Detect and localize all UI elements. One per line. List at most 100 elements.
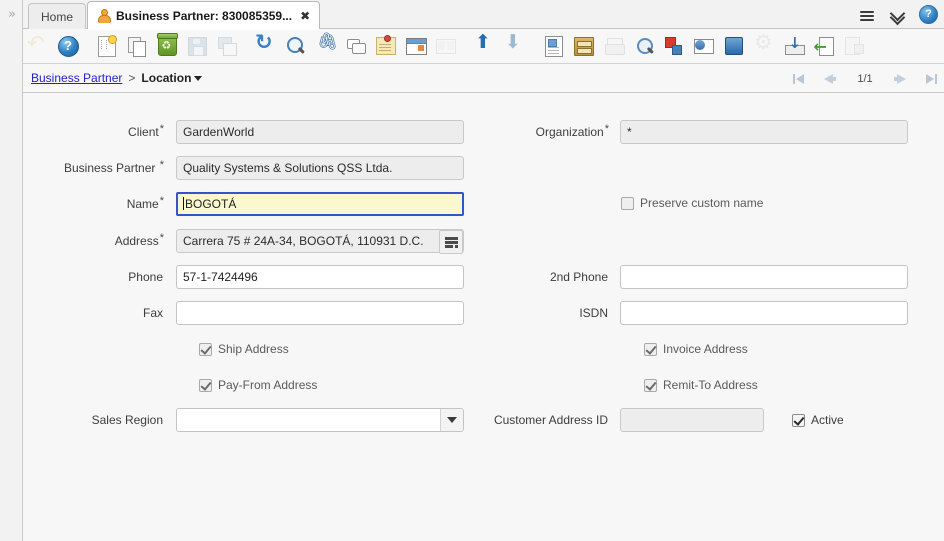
print-preview-button[interactable] <box>629 31 659 61</box>
record-count: 1/1 <box>854 73 876 85</box>
tab-home[interactable]: Home <box>28 3 86 29</box>
exit-button[interactable] <box>839 31 869 61</box>
active-row[interactable]: Active <box>792 411 844 429</box>
help-button[interactable]: ? <box>53 31 83 61</box>
left-rail: » <box>0 0 23 541</box>
address-editor-button[interactable] <box>439 230 463 254</box>
remit-to-address-row[interactable]: Remit-To Address <box>644 376 758 394</box>
refresh-button[interactable] <box>251 31 281 61</box>
delete-record-button[interactable] <box>152 31 182 61</box>
help-icon[interactable]: ? <box>919 5 938 24</box>
product-info-button[interactable] <box>719 31 749 61</box>
sales-region-label: Sales Region <box>63 408 163 432</box>
client-field[interactable]: GardenWorld <box>176 120 464 144</box>
organization-label: Organization* <box>483 120 608 145</box>
customer-address-id-label: Customer Address ID <box>463 408 608 432</box>
remit-to-address-label: Remit-To Address <box>663 378 758 392</box>
undo-button[interactable] <box>23 31 53 61</box>
close-icon[interactable]: ✖ <box>300 10 310 22</box>
isdn-label: ISDN <box>483 301 608 325</box>
last-record-button[interactable] <box>924 72 938 86</box>
tab-business-partner[interactable]: Business Partner: 830085359... ✖ <box>87 1 320 29</box>
back-button[interactable] <box>809 31 839 61</box>
ship-address-row[interactable]: Ship Address <box>199 340 289 358</box>
copy-record-button[interactable] <box>122 31 152 61</box>
grid-icon <box>406 38 427 55</box>
preserve-custom-name-label: Preserve custom name <box>640 196 763 210</box>
active-label: Active <box>811 413 844 427</box>
address-field[interactable]: Carrera 75 # 24A-34, BOGOTÁ, 110931 D.C. <box>176 229 464 253</box>
save-create-new-button[interactable] <box>212 31 242 61</box>
trash-icon <box>158 36 177 56</box>
tile-icon <box>436 39 456 54</box>
archive-document-icon <box>785 37 804 55</box>
save-button[interactable] <box>182 31 212 61</box>
organization-field[interactable]: * <box>620 120 908 144</box>
phone-input[interactable]: 57-1-7424496 <box>176 265 464 289</box>
archive-document-button[interactable] <box>779 31 809 61</box>
print-button[interactable] <box>599 31 629 61</box>
double-chevron-down-icon[interactable] <box>889 7 905 23</box>
expand-menu-icon[interactable]: » <box>0 8 22 21</box>
ship-address-checkbox[interactable] <box>199 343 212 356</box>
invoice-address-checkbox[interactable] <box>644 343 657 356</box>
first-record-button[interactable] <box>792 72 806 86</box>
breadcrumb-parent-link[interactable]: Business Partner <box>31 71 122 85</box>
customer-address-id-field[interactable] <box>620 408 764 432</box>
back-arrow-icon <box>815 37 834 55</box>
active-checkbox[interactable] <box>792 414 805 427</box>
pay-from-address-checkbox[interactable] <box>199 379 212 392</box>
hamburger-menu-icon[interactable] <box>859 7 875 23</box>
sales-region-dropdown-button[interactable] <box>440 409 463 431</box>
breadcrumb-current[interactable]: Location <box>141 71 191 85</box>
record-pager: 1/1 <box>792 64 938 93</box>
remit-to-address-checkbox[interactable] <box>644 379 657 392</box>
business-partner-field[interactable]: Quality Systems & Solutions QSS Ltda. <box>176 156 464 180</box>
export-button[interactable] <box>659 31 689 61</box>
chevron-down-icon <box>447 417 457 423</box>
multi-view-button[interactable] <box>431 31 461 61</box>
help-icon: ? <box>58 36 79 57</box>
next-record-button[interactable] <box>893 72 907 86</box>
request-mail-icon <box>694 38 714 54</box>
paperclip-icon <box>315 35 337 57</box>
attachment-button[interactable] <box>311 31 341 61</box>
print-preview-icon <box>635 37 654 55</box>
sales-region-combo[interactable] <box>176 408 464 432</box>
save-icon <box>188 37 207 56</box>
chat-button[interactable] <box>341 31 371 61</box>
preserve-custom-name-row[interactable]: Preserve custom name <box>621 194 763 212</box>
phone-label: Phone <box>78 265 163 289</box>
invoice-address-row[interactable]: Invoice Address <box>644 340 748 358</box>
report-button[interactable] <box>539 31 569 61</box>
tab-strip: Home Business Partner: 830085359... ✖ ? <box>23 0 944 29</box>
export-icon <box>665 37 683 55</box>
phone2-input[interactable] <box>620 265 908 289</box>
request-button[interactable] <box>689 31 719 61</box>
tab-business-partner-label: Business Partner: 830085359... <box>116 9 292 23</box>
refresh-icon <box>255 35 277 57</box>
undo-icon <box>27 35 49 57</box>
location-form: Client* GardenWorld Organization* * Busi… <box>23 93 944 541</box>
application-window: » Home Business Partner: 830085359... ✖ … <box>0 0 944 541</box>
printer-icon <box>605 38 624 54</box>
isdn-input[interactable] <box>620 301 908 325</box>
preserve-custom-name-checkbox[interactable] <box>621 197 634 210</box>
chevron-down-icon[interactable] <box>194 76 202 81</box>
address-field-wrap: Carrera 75 # 24A-34, BOGOTÁ, 110931 D.C. <box>176 229 464 253</box>
breadcrumb: Business Partner > Location 1/1 <box>23 64 944 93</box>
detail-record-button[interactable] <box>500 31 530 61</box>
archive-button[interactable] <box>569 31 599 61</box>
preference-button[interactable] <box>749 31 779 61</box>
parent-record-button[interactable] <box>470 31 500 61</box>
pay-from-address-row[interactable]: Pay-From Address <box>199 376 317 394</box>
exit-icon <box>845 37 864 55</box>
business-partner-icon <box>97 9 110 22</box>
previous-record-button[interactable] <box>823 72 837 86</box>
grid-toggle-button[interactable] <box>401 31 431 61</box>
find-button[interactable] <box>281 31 311 61</box>
new-record-button[interactable] <box>92 31 122 61</box>
fax-input[interactable] <box>176 301 464 325</box>
name-input[interactable]: BOGOTÁ <box>176 192 464 216</box>
note-button[interactable] <box>371 31 401 61</box>
